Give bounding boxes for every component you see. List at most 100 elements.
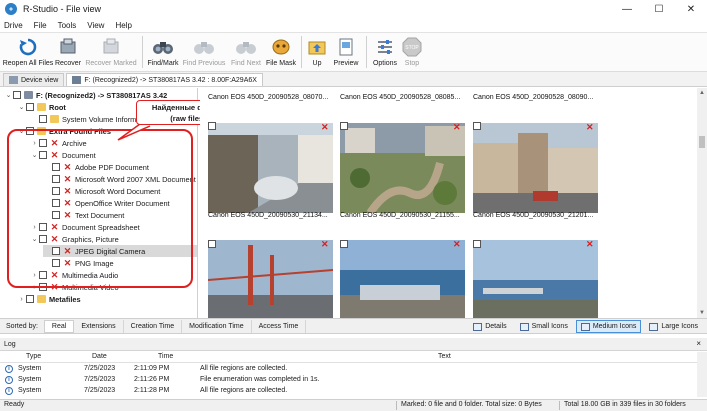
reopen-all-files-button[interactable]: Reopen All Files bbox=[3, 33, 53, 71]
menu-drive[interactable]: Drive bbox=[4, 21, 23, 30]
deleted-icon: ✕ bbox=[586, 239, 594, 249]
log-column-headers: Type Date Time Text bbox=[0, 352, 707, 363]
recover-icon bbox=[57, 36, 79, 58]
scrollbar-thumb[interactable] bbox=[699, 136, 705, 148]
log-title: Log bbox=[4, 340, 16, 348]
log-scrollbar[interactable] bbox=[697, 352, 707, 397]
log-col-type[interactable]: Type bbox=[26, 353, 41, 360]
menu-tools[interactable]: Tools bbox=[58, 21, 77, 30]
sort-tab-extensions[interactable]: Extensions bbox=[74, 319, 124, 333]
stop-button[interactable]: STOP Stop bbox=[400, 33, 424, 71]
thumbnail-caption: Canon EOS 450D_20090528_08090... bbox=[473, 94, 594, 101]
thumbnail-checkbox[interactable] bbox=[340, 122, 348, 130]
log-col-date[interactable]: Date bbox=[92, 353, 107, 360]
large-icons-view-button[interactable]: Large Icons bbox=[644, 320, 703, 333]
maximize-button[interactable]: ☐ bbox=[643, 0, 675, 18]
find-mark-button[interactable]: Find/Mark bbox=[146, 33, 180, 71]
options-icon bbox=[374, 36, 396, 58]
thumbnail-caption: Canon EOS 450D_20090530_21155... bbox=[340, 212, 460, 219]
close-icon[interactable]: × bbox=[696, 339, 701, 348]
info-icon: i bbox=[5, 376, 13, 384]
thumbnail-checkbox[interactable] bbox=[473, 122, 481, 130]
menu-view[interactable]: View bbox=[87, 21, 104, 30]
sort-bar: Sorted by: Real Extensions Creation Time… bbox=[0, 318, 707, 334]
menu-help[interactable]: Help bbox=[115, 21, 131, 30]
thumbnail-caption: Canon EOS 450D_20090530_21134... bbox=[208, 212, 328, 219]
tree-item-root[interactable]: ⌄ Root bbox=[17, 101, 66, 113]
thumbnail-checkbox[interactable] bbox=[208, 240, 216, 248]
thumbnail-image[interactable] bbox=[473, 123, 598, 213]
toolbar: Reopen All Files Recover Recover Marked … bbox=[0, 32, 707, 72]
log-row: i System 7/25/2023 2:11:09 PM All file r… bbox=[0, 364, 697, 374]
sorted-by-label: Sorted by: bbox=[6, 322, 38, 330]
menu-file[interactable]: File bbox=[34, 21, 47, 30]
tree-checkbox[interactable] bbox=[39, 115, 47, 123]
details-view-button[interactable]: Details bbox=[468, 320, 511, 333]
thumbnail-image[interactable] bbox=[208, 240, 333, 318]
view-tabs: Device view F: (Recognized2) -> ST380817… bbox=[0, 72, 707, 87]
folder-icon bbox=[50, 115, 59, 123]
thumbnail-image[interactable] bbox=[340, 123, 465, 213]
info-icon: i bbox=[5, 365, 13, 373]
thumbnail-caption: Canon EOS 450D_20090528_08085... bbox=[340, 94, 461, 101]
medium-icons-view-button[interactable]: Medium Icons bbox=[575, 320, 642, 333]
preview-button[interactable]: Preview bbox=[329, 33, 363, 71]
log-col-time[interactable]: Time bbox=[158, 353, 173, 360]
minimize-button[interactable]: — bbox=[611, 0, 643, 18]
scroll-up-icon[interactable]: ▲ bbox=[697, 88, 707, 98]
find-previous-button[interactable]: Find Previous bbox=[180, 33, 228, 71]
log-row: i System 7/25/2023 2:11:28 PM All file r… bbox=[0, 386, 697, 396]
find-next-button[interactable]: Find Next bbox=[228, 33, 264, 71]
thumbnail-caption: Canon EOS 450D_20090530_21201... bbox=[473, 212, 594, 219]
deleted-icon: ✕ bbox=[453, 122, 461, 132]
collapse-icon[interactable]: ⌄ bbox=[17, 103, 26, 111]
find-previous-icon bbox=[193, 36, 215, 58]
medium-icons-icon bbox=[580, 322, 590, 331]
collapse-icon[interactable]: ⌄ bbox=[4, 91, 13, 99]
thumbnail-checkbox[interactable] bbox=[340, 240, 348, 248]
device-view-icon bbox=[9, 76, 18, 84]
stop-icon: STOP bbox=[401, 36, 423, 58]
tree-checkbox[interactable] bbox=[26, 103, 34, 111]
tree-checkbox[interactable] bbox=[13, 91, 21, 99]
file-mask-icon bbox=[270, 36, 292, 58]
up-button[interactable]: Up bbox=[305, 33, 329, 71]
reopen-icon bbox=[17, 36, 39, 58]
status-marked: Marked: 0 file and 0 folder. Total size:… bbox=[401, 401, 542, 408]
thumbnail-scrollbar[interactable]: ▲ ▼ bbox=[697, 88, 707, 318]
small-icons-icon bbox=[519, 322, 529, 331]
log-row: i System 7/25/2023 2:11:26 PM File enume… bbox=[0, 375, 697, 385]
tab-device-view[interactable]: Device view bbox=[3, 73, 65, 86]
folder-icon bbox=[37, 295, 46, 303]
find-next-icon bbox=[235, 36, 257, 58]
expand-icon[interactable]: › bbox=[17, 296, 26, 303]
sort-tab-access-time[interactable]: Access Time bbox=[252, 319, 307, 333]
toolbar-separator bbox=[366, 36, 367, 68]
folder-icon bbox=[37, 103, 46, 111]
tree-item-metafiles[interactable]: › Metafiles bbox=[17, 293, 80, 305]
menu-bar: Drive File Tools View Help bbox=[0, 18, 707, 32]
deleted-icon: ✕ bbox=[453, 239, 461, 249]
sort-tab-real[interactable]: Real bbox=[43, 319, 75, 333]
tree-item-system-volume-information[interactable]: System Volume Information bbox=[30, 113, 152, 125]
sort-tab-modification-time[interactable]: Modification Time bbox=[182, 319, 252, 333]
thumbnail-image[interactable] bbox=[208, 123, 333, 213]
recover-button[interactable]: Recover bbox=[53, 33, 83, 71]
close-button[interactable]: ✕ bbox=[675, 0, 707, 18]
recover-marked-button[interactable]: Recover Marked bbox=[83, 33, 139, 71]
tab-file-view[interactable]: F: (Recognized2) -> ST380817AS 3.42 : 8.… bbox=[66, 73, 263, 86]
scroll-down-icon[interactable]: ▼ bbox=[697, 308, 707, 318]
preview-icon bbox=[335, 36, 357, 58]
options-button[interactable]: Options bbox=[370, 33, 400, 71]
thumbnail-image[interactable] bbox=[340, 240, 465, 318]
sort-tab-creation-time[interactable]: Creation Time bbox=[124, 319, 183, 333]
thumbnail-image[interactable] bbox=[473, 240, 598, 318]
log-header: Log × bbox=[0, 338, 707, 351]
file-mask-button[interactable]: File Mask bbox=[264, 33, 298, 71]
thumbnail-checkbox[interactable] bbox=[473, 240, 481, 248]
tree-checkbox[interactable] bbox=[26, 295, 34, 303]
thumbnail-checkbox[interactable] bbox=[208, 122, 216, 130]
small-icons-view-button[interactable]: Small Icons bbox=[515, 320, 573, 333]
log-col-text[interactable]: Text bbox=[438, 353, 451, 360]
status-ready: Ready bbox=[4, 401, 25, 408]
